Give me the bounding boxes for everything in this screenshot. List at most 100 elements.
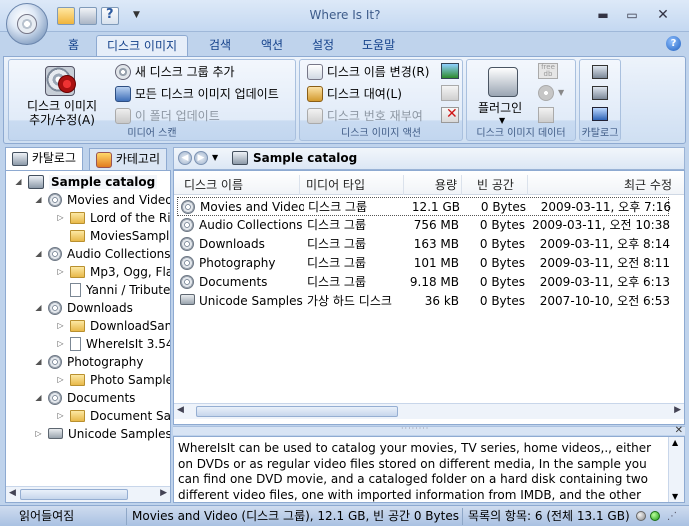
tree-item[interactable]: ▷ Lord of the Rings [56,208,171,226]
tab-category[interactable]: 카테고리 [89,148,167,171]
add-disk-group-button[interactable]: 새 디스크 그룹 추가 [115,63,235,80]
column-free-space[interactable]: 빈 공간 [464,175,528,195]
description-scrollbar[interactable]: ▲ ▼ [668,437,684,502]
table-row[interactable]: Audio Collections 디스크 그룹 756 MB 0 Bytes 2009… [177,216,670,235]
forward-arrow-icon[interactable]: ▶ [194,151,208,165]
expand-arrow-icon[interactable]: ▷ [56,321,65,330]
edit-disabled-icon[interactable] [538,107,554,123]
maximize-button[interactable]: ▭ [619,5,645,25]
tree-item[interactable]: ◢ Sample catalog [14,172,158,190]
catalog-properties-icon[interactable] [592,86,608,100]
tab-disk-image[interactable]: 디스크 이미지 [96,35,189,56]
collapse-arrow-icon[interactable]: ◢ [34,195,43,204]
back-arrow-icon[interactable]: ◀ [178,151,192,165]
update-all-disk-images-button[interactable]: 모든 디스크 이미지 업데이트 [115,85,279,102]
table-row[interactable]: Documents 디스크 그룹 9.18 MB 0 Bytes 2009-03-11,… [177,273,670,292]
tree-item-label: Photo Samples [90,372,171,387]
close-description-icon[interactable]: ✕ [675,425,683,436]
tab-search[interactable]: 검색 [199,35,241,56]
plugin-icon[interactable] [488,67,518,97]
update-all-label: 모든 디스크 이미지 업데이트 [134,87,279,101]
table-row[interactable]: Unicode Samples 가상 하드 디스크 36 kB 0 Bytes 2007… [177,292,670,311]
tree-item[interactable]: ▷ DownloadSamples [56,316,170,334]
table-row[interactable]: Downloads 디스크 그룹 163 MB 0 Bytes 2009-03-11, … [177,235,670,254]
close-button[interactable]: ✕ [650,5,676,25]
tab-catalog[interactable]: 카탈로그 [5,147,83,171]
expand-arrow-icon[interactable]: ▷ [56,213,65,222]
expand-arrow-icon[interactable] [56,231,65,240]
freedb-icon[interactable]: free db [538,63,558,79]
expand-arrow-icon[interactable] [56,285,65,294]
landscape-image-icon[interactable] [441,63,459,79]
application-menu-button[interactable] [6,3,48,45]
tree-item[interactable]: Yanni / Tribute [56,280,170,298]
column-disk-name[interactable]: 디스크 이름 [184,175,300,195]
tree-scroll-thumb[interactable] [20,489,128,500]
disc-icon [180,237,194,251]
resize-grip-icon[interactable]: ⋰ [667,511,677,522]
list-header: 디스크 이름 미디어 타입 용량 빈 공간 최근 수정 [174,171,684,195]
tab-help[interactable]: 도움말 [352,35,405,56]
tree-item-label: Lord of the Rings [90,210,171,225]
tree-item[interactable]: ▷ WhereIsIt 3.54 [56,334,170,352]
list-horizontal-scrollbar[interactable]: ◀ ▶ [174,403,684,419]
tree-item[interactable]: ◢ Photography [34,352,143,370]
collapse-arrow-icon[interactable]: ◢ [34,357,43,366]
tree-item[interactable]: ▷ Unicode Samples [34,424,170,442]
disc-icon [180,256,194,270]
expand-arrow-icon[interactable]: ▷ [56,411,65,420]
collapse-arrow-icon[interactable]: ◢ [14,177,23,186]
record-badge-icon [58,75,76,93]
plugin-button[interactable]: 플러그인 [478,99,522,116]
tree-item[interactable]: ▷ Mp3, Ogg, Flac [56,262,170,280]
tree-item[interactable]: ◢ Documents [34,388,135,406]
catalog-icon [28,174,44,189]
table-row[interactable]: Photography 디스크 그룹 101 MB 0 Bytes 2009-03-11… [177,254,670,273]
collapse-arrow-icon[interactable]: ◢ [34,393,43,402]
lend-disk-button[interactable]: 디스크 대여(L) [307,85,402,102]
column-media-type[interactable]: 미디어 타입 [306,175,404,195]
panel-splitter[interactable]: ········ ✕ [173,424,685,436]
list-scroll-thumb[interactable] [196,406,398,417]
collapse-arrow-icon[interactable]: ◢ [34,303,43,312]
plugin-dropdown-icon[interactable]: ▼ [499,116,505,125]
category-icon [96,151,112,168]
expand-arrow-icon[interactable]: ▷ [56,267,65,276]
tree-item[interactable]: ▷ Photo Samples [56,370,171,388]
catalog-open-icon[interactable] [592,65,608,79]
tree-item[interactable]: ◢ Downloads [34,298,133,316]
disabled-image-icon[interactable] [441,85,459,101]
catalog-tree[interactable]: ◢ Sample catalog ◢ Movies and Video ▷ Lord of… [5,170,171,503]
tree-item[interactable]: ◢ Audio Collections [34,244,170,262]
disc-disabled-icon[interactable] [538,85,554,101]
rename-disk-button[interactable]: 디스크 이름 변경(R) [307,63,429,80]
minimize-button[interactable]: ▬ [590,5,616,25]
quick-access-dropdown-icon[interactable]: ▼ [133,10,140,20]
breadcrumb-path[interactable]: Sample catalog [253,151,357,165]
tree-horizontal-scrollbar[interactable]: ◀ ▶ [6,486,170,502]
tab-home[interactable]: 홈 [58,35,89,56]
disc-dropdown-icon[interactable]: ▼ [558,88,564,97]
expand-arrow-icon[interactable]: ▷ [56,375,65,384]
tab-settings[interactable]: 설정 [302,35,344,56]
tree-item[interactable]: ◢ Movies and Video [34,190,170,208]
column-size[interactable]: 용량 [406,175,462,195]
renumber-disks-button[interactable]: 디스크 번호 재부여 [307,107,423,124]
catalog-link-icon[interactable] [592,107,608,121]
tab-action[interactable]: 액션 [251,35,293,56]
disk-list[interactable]: 디스크 이름 미디어 타입 용량 빈 공간 최근 수정 Movies and V… [173,170,685,425]
update-this-folder-button[interactable]: 이 폴더 업데이트 [115,107,220,124]
help-cursor-icon[interactable] [101,7,119,25]
table-row[interactable]: Movies and Video 디스크 그룹 12.1 GB 0 Bytes 2009… [177,197,671,216]
tree-item[interactable]: MoviesSample [56,226,170,244]
save-icon[interactable] [79,7,97,25]
collapse-arrow-icon[interactable]: ◢ [34,249,43,258]
expand-arrow-icon[interactable]: ▷ [34,429,43,438]
tree-item[interactable]: ▷ Document Samples [56,406,170,424]
expand-arrow-icon[interactable]: ▷ [56,339,65,348]
column-last-modified[interactable]: 최근 수정 [530,175,676,195]
add-edit-disk-image-button[interactable]: 디스크 이미지 추가/수정(A) [20,99,104,127]
open-folder-icon[interactable] [57,7,75,25]
help-icon[interactable]: ? [666,36,681,51]
history-dropdown-icon[interactable]: ▼ [212,153,218,162]
